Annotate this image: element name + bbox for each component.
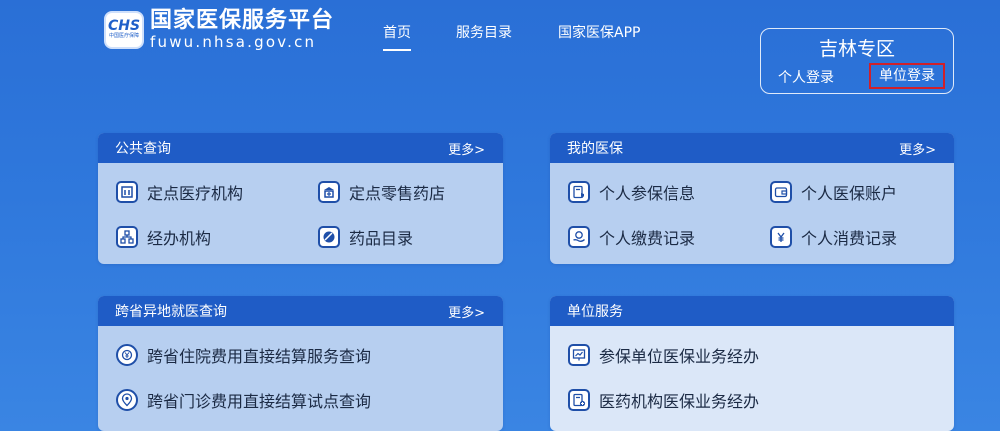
item-label: 个人缴费记录 [599, 229, 696, 248]
medical-institution-business-item[interactable]: 医药机构医保业务经办 [568, 388, 759, 412]
item-label: 跨省住院费用直接结算服务查询 [147, 347, 372, 366]
item-label: 药品目录 [349, 229, 414, 248]
public-query-card: 公共查询 更多> 定点医疗机构 定点零售药店 经办机构 药品目录 [98, 133, 503, 264]
personal-payment-record-item[interactable]: 个人缴费记录 [568, 225, 695, 249]
item-label: 个人医保账户 [801, 184, 898, 203]
item-label: 个人消费记录 [801, 229, 898, 248]
item-label: 经办机构 [147, 229, 212, 248]
unit-service-card: 单位服务 参保单位医保业务经办 医药机构医保业务经办 [550, 296, 954, 431]
item-label: 医药机构医保业务经办 [599, 392, 760, 411]
nav-service-catalog[interactable]: 服务目录 [456, 22, 512, 42]
region-title: 吉林专区 [818, 38, 895, 60]
yuan-receipt-icon [770, 226, 792, 248]
public-query-more-link[interactable]: 更多> [448, 139, 485, 158]
region-panel: 吉林专区 个人登录 单位登录 [760, 28, 954, 94]
my-insurance-card: 我的医保 更多> 个人参保信息 个人医保账户 个人缴费记录 个人消费记录 [550, 133, 954, 264]
card-title: 我的医保 [567, 141, 623, 157]
item-label: 定点零售药店 [349, 184, 446, 203]
card-title: 跨省异地就医查询 [115, 304, 227, 320]
my-insurance-more-link[interactable]: 更多> [899, 139, 936, 158]
site-logo[interactable]: CHS 中国医疗保障 国家医保服务平台 fuwu.nhsa.gov.cn [104, 9, 334, 50]
document-shield-icon [568, 181, 590, 203]
chart-board-icon [568, 344, 590, 366]
cross-province-card: 跨省异地就医查询 更多> 跨省住院费用直接结算服务查询 跨省门诊费用直接结算试点… [98, 296, 503, 431]
payment-hand-icon [568, 226, 590, 248]
map-pin-icon [116, 389, 138, 411]
org-chart-icon [116, 226, 138, 248]
item-label: 跨省门诊费用直接结算试点查询 [147, 392, 372, 411]
agency-item[interactable]: 经办机构 [116, 225, 211, 249]
personal-login-link[interactable]: 个人登录 [778, 67, 834, 87]
cross-province-inpatient-item[interactable]: 跨省住院费用直接结算服务查询 [116, 343, 371, 367]
nav-app[interactable]: 国家医保APP [558, 22, 640, 42]
wallet-icon [770, 181, 792, 203]
designated-hospital-item[interactable]: 定点医疗机构 [116, 180, 243, 204]
personal-consumption-record-item[interactable]: 个人消费记录 [770, 225, 897, 249]
nav-home[interactable]: 首页 [383, 22, 411, 51]
logo-mark: CHS [107, 18, 141, 34]
site-title: 国家医保服务平台 [150, 8, 335, 33]
cross-province-more-link[interactable]: 更多> [448, 302, 485, 321]
pharmacy-icon [318, 181, 340, 203]
unit-login-link[interactable]: 单位登录 [869, 63, 945, 89]
pill-icon [318, 226, 340, 248]
unit-insurance-business-item[interactable]: 参保单位医保业务经办 [568, 343, 759, 367]
clock-yuan-icon [116, 344, 138, 366]
logo-sub: 中国医疗保障 [108, 33, 139, 39]
personal-enrollment-item[interactable]: 个人参保信息 [568, 180, 695, 204]
item-label: 定点医疗机构 [147, 184, 244, 203]
chs-logo-icon: CHS 中国医疗保障 [104, 10, 144, 49]
designated-pharmacy-item[interactable]: 定点零售药店 [318, 180, 445, 204]
cross-province-outpatient-item[interactable]: 跨省门诊费用直接结算试点查询 [116, 388, 371, 412]
item-label: 个人参保信息 [599, 184, 696, 203]
document-plus-icon [568, 389, 590, 411]
site-domain: fuwu.nhsa.gov.cn [150, 33, 317, 51]
drug-catalog-item[interactable]: 药品目录 [318, 225, 413, 249]
item-label: 参保单位医保业务经办 [599, 347, 760, 366]
personal-account-item[interactable]: 个人医保账户 [770, 180, 897, 204]
card-title: 公共查询 [115, 141, 171, 157]
hospital-icon [116, 181, 138, 203]
card-title: 单位服务 [567, 304, 623, 320]
